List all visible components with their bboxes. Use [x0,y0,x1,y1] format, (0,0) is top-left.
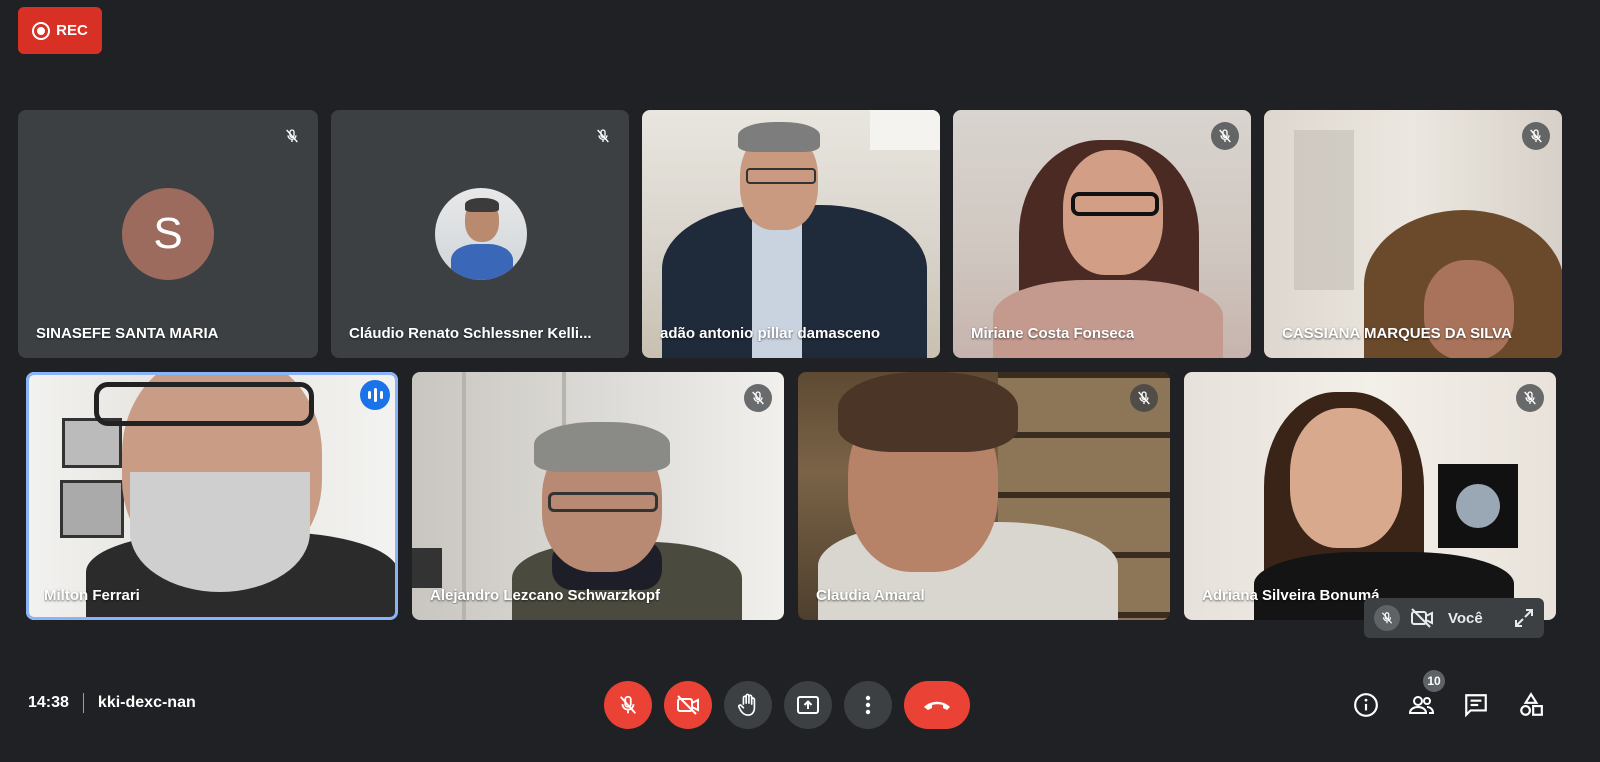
mic-off-icon [589,122,617,150]
participant-name: Cláudio Renato Schlessner Kelli... [349,325,592,342]
video-feed [412,372,784,620]
mic-off-icon [619,695,637,714]
info-icon [1354,693,1378,717]
mic-off-icon [1516,384,1544,412]
participant-name: adão antonio pillar damasceno [660,325,881,342]
activities-button[interactable] [1514,688,1548,722]
participant-tile[interactable]: Alejandro Lezcano Schwarzkopf [412,372,784,620]
participant-tile[interactable]: Milton Ferrari [26,372,398,620]
activities-icon [1520,692,1543,716]
participant-tile[interactable]: S SINASEFE SANTA MARIA [18,110,318,358]
participant-tile[interactable]: Adriana Silveira Bonumá [1184,372,1556,620]
video-feed [26,372,398,620]
present-screen-button[interactable] [784,681,832,729]
avatar: S [122,188,214,280]
chat-icon [1465,694,1487,718]
chat-button[interactable] [1459,688,1493,722]
raise-hand-button[interactable] [724,681,772,729]
participant-name: SINASEFE SANTA MARIA [36,325,219,342]
record-icon [32,21,51,40]
divider [82,693,84,713]
video-feed [1184,372,1556,620]
expand-icon[interactable] [1514,608,1534,628]
mic-off-icon [744,384,772,412]
present-icon [797,696,819,714]
mic-off-icon [1522,122,1550,150]
participant-tile[interactable]: Miriane Costa Fonseca [953,110,1251,358]
people-button[interactable] [1404,688,1438,722]
participant-name: Alejandro Lezcano Schwarzkopf [430,587,661,604]
self-view-label: Você [1448,609,1483,627]
participant-tile[interactable]: Cláudio Renato Schlessner Kelli... [331,110,629,358]
camera-off-icon [677,695,699,715]
video-feed [953,110,1251,358]
more-options-button[interactable] [844,681,892,729]
meeting-code: kki-dexc-nan [97,694,196,711]
mic-off-icon [1211,122,1239,150]
toggle-camera-button[interactable] [664,681,712,729]
recording-indicator[interactable]: REC [18,7,102,54]
speaking-indicator-icon [360,380,390,410]
participant-name: Milton Ferrari [44,587,140,604]
participant-name: Miriane Costa Fonseca [971,325,1135,342]
toggle-microphone-button[interactable] [604,681,652,729]
meeting-time: 14:38 [28,694,69,711]
video-feed [642,110,940,358]
leave-call-button[interactable] [904,681,970,729]
mic-off-icon [1130,384,1158,412]
participant-tile[interactable]: Claudia Amaral [798,372,1170,620]
video-feed [798,372,1170,620]
people-count-badge: 10 [1423,670,1445,692]
participant-name: Adriana Silveira Bonumá [1202,587,1380,604]
participant-name: Claudia Amaral [816,587,925,604]
video-feed [1264,110,1562,358]
recording-label: REC [56,22,88,39]
mic-off-icon [278,122,306,150]
meeting-details-button[interactable] [1349,688,1383,722]
hand-icon [738,693,756,716]
participant-tile[interactable]: CASSIANA MARQUES DA SILVA [1264,110,1562,358]
meeting-details: 14:38 kki-dexc-nan [28,693,196,713]
participant-name: CASSIANA MARQUES DA SILVA [1282,325,1513,342]
self-view-panel[interactable]: Você [1364,598,1544,638]
people-icon [1408,696,1435,714]
more-vert-icon [865,695,871,715]
participant-tile[interactable]: adão antonio pillar damasceno [642,110,940,358]
phone-hangup-icon [924,701,950,710]
self-camera-off-icon [1410,608,1434,628]
avatar [435,188,527,280]
self-mic-off-icon [1374,605,1400,631]
